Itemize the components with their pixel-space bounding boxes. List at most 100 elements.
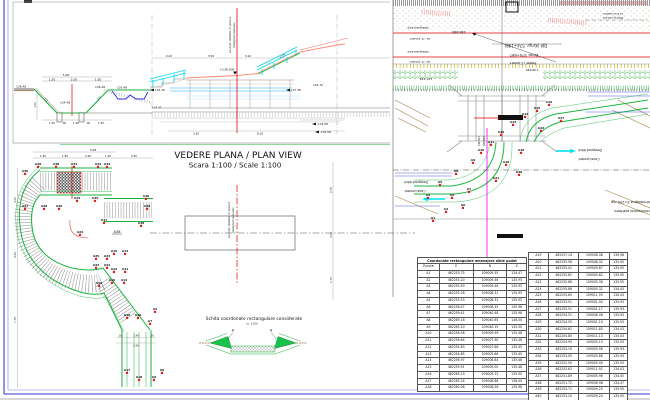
coordinate-cell: 109008.66: [473, 378, 507, 385]
coordinate-cell: A33: [529, 347, 549, 354]
coordinate-cell: 135.93: [610, 313, 628, 320]
coordinate-cell: 134.43: [610, 293, 628, 300]
dim-label: 1.40: [133, 335, 139, 338]
table-row: A28462254.51109006.08135.93: [529, 313, 628, 320]
coordinate-cell: 135.95: [610, 273, 628, 280]
coordinate-cell: A37: [529, 373, 549, 380]
dim-label: 5.08: [90, 148, 96, 152]
coordinate-cell: 462258.58: [439, 331, 473, 338]
coordinate-cell: A4: [418, 291, 440, 298]
table-row: A40462253.20109009.24135.95: [529, 394, 628, 400]
survey-point-marker: [146, 208, 148, 210]
dim-label: 1.50: [40, 154, 46, 158]
coordinate-cell: A23: [529, 279, 549, 286]
slope-label: 1:1: [43, 97, 49, 103]
table-row: A24462255.86109005.32134.43: [529, 286, 628, 293]
survey-point-marker: [427, 197, 429, 199]
coordinate-cell: 135.95: [610, 259, 628, 266]
elevation-label: 136.828: [482, 136, 485, 146]
coordinate-cell: 135.93: [610, 320, 628, 327]
coordinate-cell: 134.43: [610, 326, 628, 333]
coordinate-cell: A9: [418, 324, 440, 331]
dim-label: 3.10: [245, 54, 251, 58]
coordinate-cell: A28: [529, 313, 549, 320]
survey-point-label: A2: [153, 307, 157, 311]
coordinate-cell: A6: [418, 304, 440, 311]
survey-point-label: A14: [522, 112, 529, 116]
coordinate-cell: 135.95: [610, 387, 628, 394]
plan-view-title-block: VEDERE PLANA / PLAN VIEW Scara 1:100 / S…: [174, 151, 302, 170]
coordinate-cell: A3: [418, 284, 440, 291]
table-row: A18462260.08109008.56135.98: [418, 385, 527, 392]
coordinates-table: Coordonate rectangulare amenajare albie …: [417, 257, 527, 392]
dim-label: 5.00: [63, 73, 70, 77]
survey-point-label: A5: [438, 180, 442, 184]
survey-point-label: A8: [454, 169, 458, 173]
table-row: A27462255.51109001.17135.93: [529, 306, 628, 313]
canal-label: Designed ditch: [578, 148, 602, 152]
coordinate-cell: 462254.51: [548, 313, 579, 320]
table-row: A21462255.41109009.87135.95: [529, 266, 628, 273]
coordinate-cell: 462253.19: [548, 347, 579, 354]
survey-point-label: A1: [431, 216, 435, 220]
dim-label: 4.25: [13, 252, 17, 258]
table-row: A36462253.62109011.92134.43: [529, 367, 628, 374]
coordinate-cell: 135.95: [507, 284, 527, 291]
table-row: A35462252.50109005.40135.93: [529, 360, 628, 367]
coordinate-cell: 109040.48: [473, 311, 507, 318]
coordinate-cell: A26: [529, 300, 549, 307]
coordinate-cell: 109005.66: [579, 353, 610, 360]
survey-point-label: A8: [160, 368, 164, 372]
coordinate-cell: 109040.65: [473, 318, 507, 325]
survey-point-marker: [524, 116, 526, 118]
survey-point-label: A28: [41, 204, 48, 208]
coordinate-cell: A35: [529, 360, 549, 367]
coordinate-cell: A20: [529, 259, 549, 266]
coordinate-cell: 462253.20: [548, 394, 579, 400]
axis-label: Designed axis: [407, 26, 429, 30]
coordinate-cell: A24: [529, 286, 549, 293]
survey-point-marker: [149, 323, 151, 325]
survey-point-label: A15: [534, 106, 541, 110]
dim-label: 3.00: [13, 197, 17, 203]
coordinate-cell: A1: [418, 271, 440, 278]
platform-label: Technological platform: [614, 209, 650, 213]
coordinate-cell: 109008.38: [579, 253, 610, 260]
coordinate-cell: 135.93: [610, 306, 628, 313]
dim-label: .30: [150, 335, 154, 338]
coordinate-cell: A13: [418, 351, 440, 358]
coordinate-sketch: Schita coordonate rectangulare considera…: [199, 316, 307, 354]
survey-point-marker: [451, 197, 453, 199]
survey-point-label: A12: [498, 130, 505, 134]
coordinate-cell: 462256.97: [439, 358, 473, 365]
coordinate-cell: 109009.82: [579, 273, 610, 280]
survey-point-marker: [445, 211, 447, 213]
survey-point-marker: [55, 166, 57, 168]
coordinate-cell: 462257.14: [548, 253, 579, 260]
coordinate-cell: 109001.17: [579, 306, 610, 313]
culvert-label: Podet / Culvert: [509, 61, 536, 65]
survey-point-marker: [505, 164, 507, 166]
survey-point-marker: [111, 282, 113, 284]
dim-label: .30: [62, 121, 67, 125]
coordinate-cell: 462255.61: [548, 273, 579, 280]
survey-point-label: A14: [121, 278, 128, 282]
survey-point-marker: [37, 166, 39, 168]
table-row: A39462253.71109009.25135.95: [529, 387, 628, 394]
survey-point-marker: [512, 124, 514, 126]
coordinate-cell: A8: [418, 318, 440, 325]
coordinate-cell: 462256.64: [439, 338, 473, 345]
flow-arrows: [422, 149, 576, 201]
dim-label: 8.10: [257, 132, 263, 136]
plan-scale: Scara 1:100 / Scale 1:100: [189, 161, 282, 170]
coordinate-cell: 462253.71: [548, 387, 579, 394]
survey-point-marker: [126, 372, 128, 374]
survey-point-label: A9: [152, 375, 156, 379]
survey-point-label: A18: [518, 148, 525, 152]
survey-point-marker: [126, 317, 128, 319]
coordinate-cell: 135.95: [507, 291, 527, 298]
coordinate-cell: 462265.18: [439, 318, 473, 325]
survey-point-marker: [462, 207, 464, 209]
survey-point-marker: [548, 104, 550, 106]
elevation-label: 136.48: [16, 85, 26, 89]
